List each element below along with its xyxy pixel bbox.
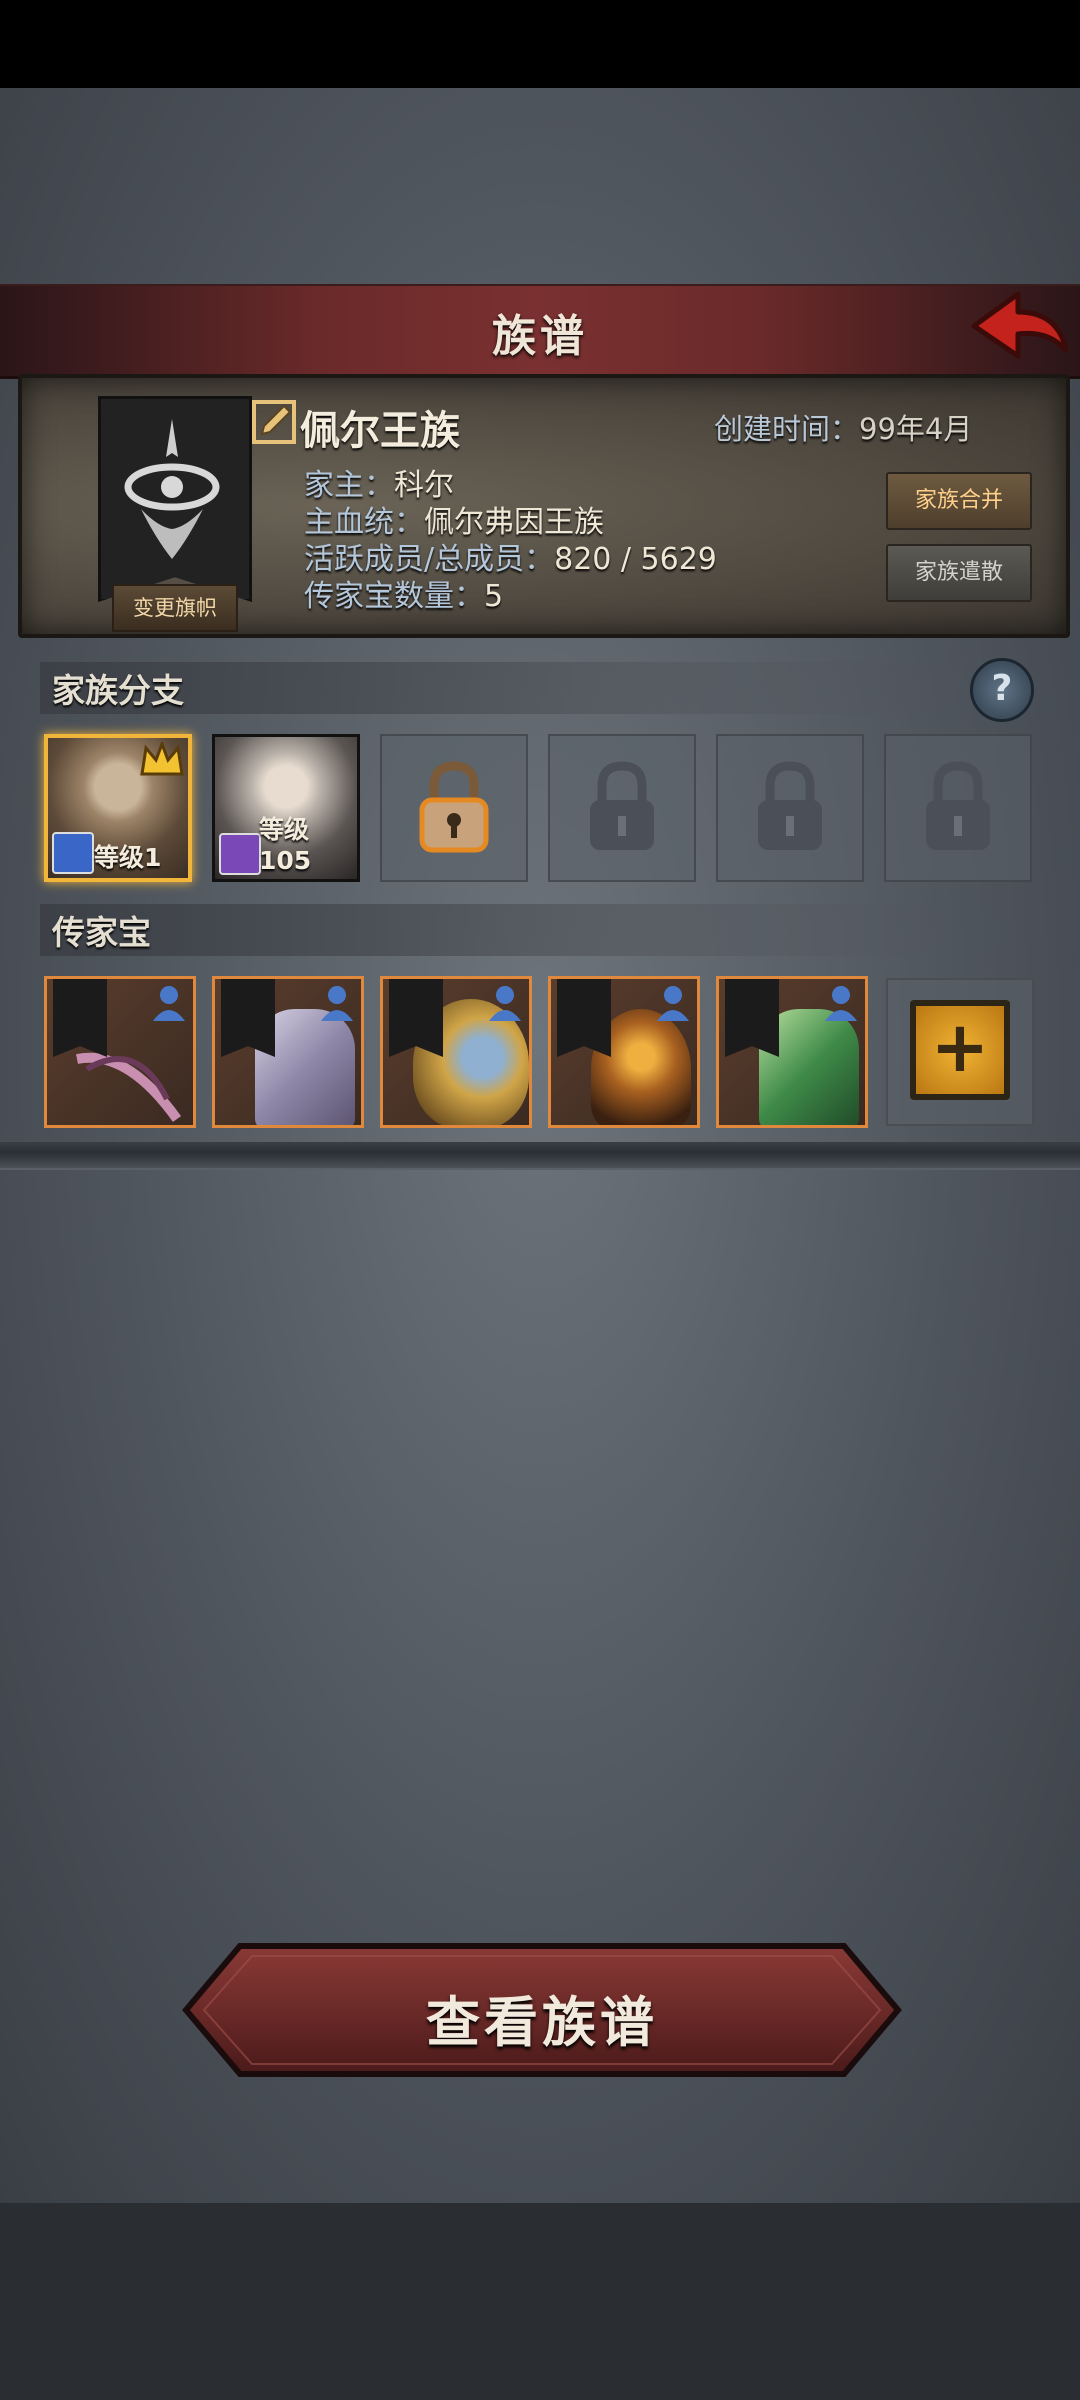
clan-banner[interactable] bbox=[98, 396, 252, 602]
clan-banner-icon bbox=[53, 979, 107, 1057]
padlock-icon bbox=[419, 761, 489, 853]
clan-name: 佩尔王族 bbox=[300, 408, 460, 454]
member-level: 等级105 bbox=[259, 815, 312, 875]
heirloom-count-line: 传家宝数量：5 bbox=[304, 571, 503, 615]
heirloom-item-armor[interactable] bbox=[212, 976, 364, 1128]
divider bbox=[0, 1142, 1080, 1170]
person-icon bbox=[657, 986, 689, 1021]
status-bar bbox=[0, 0, 1080, 88]
heirloom-item-armor[interactable] bbox=[716, 976, 868, 1128]
person-icon bbox=[489, 986, 521, 1021]
created-time-label: 创建时间： bbox=[714, 412, 860, 446]
clan-banner-icon bbox=[725, 979, 779, 1057]
clan-merge-button[interactable]: 家族合并 bbox=[886, 472, 1032, 530]
page-title: 族谱 bbox=[492, 311, 588, 362]
branch-member-slot[interactable]: 等级105 bbox=[212, 734, 360, 882]
title-bar: 族谱 bbox=[0, 284, 1080, 379]
member-level: 等级1 bbox=[94, 843, 162, 872]
back-button[interactable] bbox=[968, 286, 1072, 366]
clan-banner-icon bbox=[221, 979, 275, 1057]
plus-icon: + bbox=[930, 1006, 990, 1088]
branches-title: 家族分支 bbox=[52, 671, 184, 710]
heirloom-count-label: 传家宝数量： bbox=[304, 579, 484, 614]
person-icon bbox=[321, 986, 353, 1021]
branch-member-slot[interactable]: 等级1 bbox=[44, 734, 192, 882]
back-arrow-icon bbox=[971, 291, 1069, 359]
person-icon bbox=[153, 986, 185, 1021]
edit-icon[interactable] bbox=[250, 398, 298, 446]
heirlooms-title: 传家宝 bbox=[52, 913, 151, 952]
clan-banner-icon bbox=[557, 979, 611, 1057]
created-time-value: 99年4月 bbox=[859, 412, 973, 446]
clan-banner-icon bbox=[389, 979, 443, 1057]
lock-icon bbox=[758, 761, 822, 850]
branch-slot-locked bbox=[716, 734, 864, 882]
heirloom-item-shield[interactable] bbox=[380, 976, 532, 1128]
crown-icon bbox=[140, 742, 184, 776]
staff-icon bbox=[219, 833, 261, 875]
branch-slot-locked bbox=[548, 734, 696, 882]
created-time: 创建时间：99年4月 bbox=[714, 406, 972, 448]
eye-emblem-icon bbox=[124, 419, 220, 559]
heirlooms-header-bar bbox=[40, 904, 980, 956]
person-icon bbox=[825, 986, 857, 1021]
lock-icon bbox=[926, 761, 990, 850]
change-banner-button[interactable]: 变更旗帜 bbox=[112, 584, 238, 632]
add-heirloom-button[interactable]: + bbox=[910, 1000, 1010, 1100]
heirloom-count-value: 5 bbox=[484, 579, 504, 614]
clan-disband-button[interactable]: 家族遣散 bbox=[886, 544, 1032, 602]
heirloom-item-staff[interactable] bbox=[548, 976, 700, 1128]
branch-slot-unlockable[interactable] bbox=[380, 734, 528, 882]
sword-icon bbox=[52, 832, 94, 874]
navigation-bar bbox=[0, 2203, 1080, 2400]
heirloom-item-bow[interactable] bbox=[44, 976, 196, 1128]
view-genealogy-label: 查看族谱 bbox=[426, 1991, 658, 2054]
help-icon[interactable]: ? bbox=[970, 658, 1034, 722]
branch-slot-locked bbox=[884, 734, 1032, 882]
lock-icon bbox=[590, 761, 654, 850]
members-value: 820 / 5629 bbox=[554, 542, 717, 577]
